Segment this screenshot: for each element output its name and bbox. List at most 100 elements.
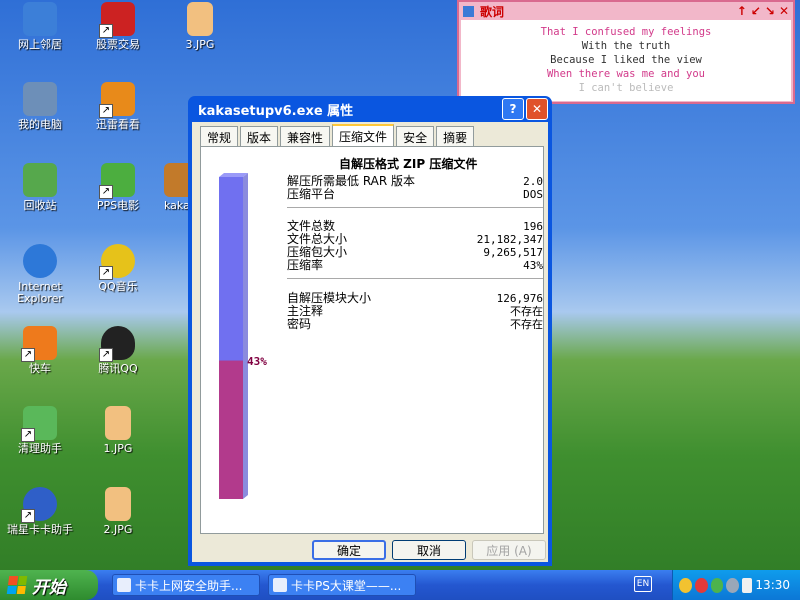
info-value: 196: [523, 220, 543, 233]
info-row: 密码 不存在: [287, 318, 543, 332]
info-row: 主注释 不存在: [287, 305, 543, 319]
taskbar: 开始 卡卡上网安全助手... 卡卡PS大课堂——... EN 13:30: [0, 570, 800, 600]
info-value: 不存在: [510, 318, 543, 331]
desktop-icon-network[interactable]: 网上邻居: [4, 2, 76, 51]
dialog-title: kakasetupv6.exe 属性: [198, 103, 354, 119]
taskbar-button-label: 卡卡PS大课堂——...: [291, 578, 402, 593]
tray-app-icon[interactable]: [679, 577, 692, 593]
close-icon[interactable]: ✕: [779, 4, 789, 18]
tab-security[interactable]: 安全: [396, 126, 435, 147]
desktop-icon-qq[interactable]: 腾讯QQ: [82, 326, 154, 375]
info-value: 2.0: [523, 175, 543, 188]
desktop-icon-pps[interactable]: PPS电影: [82, 163, 154, 212]
desktop-icon-kaka[interactable]: kaka: [150, 163, 188, 212]
desktop-icon-label: 回收站: [23, 199, 57, 212]
kaka-icon: [164, 163, 188, 197]
start-label: 开始: [32, 577, 66, 598]
pps-icon: [99, 163, 135, 199]
network-icon: [23, 2, 57, 36]
desktop-icon-label: 迅雷看看: [96, 118, 140, 131]
divider: [287, 207, 543, 209]
stock-trade-icon: [99, 2, 135, 38]
keyboard-icon[interactable]: EN: [634, 576, 652, 592]
desktop-icon-xunlei[interactable]: 迅雷看看: [82, 82, 154, 131]
tab-compatibility[interactable]: 兼容性: [280, 126, 331, 147]
close-button[interactable]: ✕: [526, 98, 548, 120]
qq-penguin-icon: [99, 326, 135, 362]
pin-icon[interactable]: ↑: [737, 4, 747, 18]
lyrics-app-icon: [463, 5, 474, 17]
flashget-icon: [21, 326, 57, 362]
lyrics-line: When there was me and you: [546, 68, 706, 80]
taskbar-button[interactable]: 卡卡PS大课堂——...: [268, 574, 416, 596]
tab-general[interactable]: 常规: [200, 126, 239, 147]
help-button[interactable]: ?: [502, 98, 524, 120]
info-label: 压缩平台: [287, 187, 336, 201]
info-row: 压缩率 43%: [287, 258, 543, 273]
jpg-file-icon: [105, 487, 131, 521]
properties-dialog[interactable]: kakasetupv6.exe 属性 ? ✕ 常规 版本 兼容性 压缩文件 安全…: [188, 96, 552, 566]
desktop-icon-label: 瑞星卡卡助手: [7, 523, 73, 536]
app-window-icon: [117, 578, 131, 592]
cancel-button[interactable]: 取消: [392, 540, 466, 560]
system-tray: 13:30: [672, 570, 800, 600]
desktop-icon-recycle-bin[interactable]: 回收站: [4, 163, 76, 212]
desktop-icon-3jpg[interactable]: 3.JPG: [164, 2, 236, 51]
compression-ratio-gauge: [219, 173, 248, 499]
desktop-icon-label: Internet Explorer: [17, 280, 63, 305]
info-value: DOS: [523, 188, 543, 201]
taskbar-button[interactable]: 卡卡上网安全助手...: [112, 574, 260, 596]
desktop-icon-rising-kaka[interactable]: 瑞星卡卡助手: [4, 487, 76, 536]
info-value: 126,976: [496, 292, 543, 305]
archive-heading: 自解压格式 ZIP 压缩文件: [339, 157, 478, 171]
minimize-icon[interactable]: ↙: [751, 4, 761, 18]
ok-button[interactable]: 确定: [312, 540, 386, 560]
dialog-titlebar[interactable]: kakasetupv6.exe 属性 ? ✕: [192, 96, 548, 122]
tray-app-icon[interactable]: [710, 577, 724, 593]
recycle-bin-icon: [23, 163, 57, 197]
desktop-icon-ie[interactable]: Internet Explorer: [4, 244, 76, 305]
rising-kaka-icon: [21, 487, 57, 523]
dialog-client: 常规 版本 兼容性 压缩文件 安全 摘要 43% 自解压格式 ZIP 压缩文件 …: [192, 122, 548, 562]
volume-icon[interactable]: [742, 577, 753, 593]
ie-icon: [23, 244, 57, 278]
desktop-icon-label: 腾讯QQ: [98, 362, 138, 375]
desktop-icon-label: 快车: [29, 362, 51, 375]
desktop-icon-stock[interactable]: 股票交易: [82, 2, 154, 51]
xunlei-kankan-icon: [99, 82, 135, 118]
gauge-fill: [219, 360, 243, 499]
compression-ratio-label: 43%: [247, 354, 267, 368]
desktop-icon-my-computer[interactable]: 我的电脑: [4, 82, 76, 131]
start-button[interactable]: 开始: [0, 570, 98, 600]
tray-app-icon[interactable]: [726, 577, 740, 593]
qq-tray-icon[interactable]: [694, 577, 708, 593]
desktop-icon-label: PPS电影: [96, 199, 140, 212]
restore-icon[interactable]: ↘: [765, 4, 775, 18]
info-row: 自解压模块大小 126,976: [287, 292, 543, 306]
taskbar-button-label: 卡卡上网安全助手...: [135, 578, 243, 593]
jpg-file-icon: [105, 406, 131, 440]
desktop-icon-1jpg[interactable]: 1.JPG: [82, 406, 154, 455]
lyrics-line: With the truth: [581, 40, 671, 52]
desktop-icon-label: kaka: [164, 199, 188, 212]
tab-archive[interactable]: 压缩文件: [332, 124, 395, 148]
lyrics-window[interactable]: 歌词 ↑ ↙ ↘ ✕ That I confused my feelings W…: [457, 0, 795, 104]
tab-version[interactable]: 版本: [240, 126, 279, 147]
divider: [287, 278, 543, 280]
desktop-icon-qq-music[interactable]: QQ音乐: [82, 244, 154, 293]
desktop-icon-clean-helper[interactable]: 清理助手: [4, 406, 76, 455]
info-label: 压缩率: [287, 258, 324, 272]
desktop-icon-2jpg[interactable]: 2.JPG: [82, 487, 154, 536]
lyrics-line: Because I liked the view: [550, 54, 702, 66]
apply-button[interactable]: 应用 (A): [472, 540, 546, 560]
desktop-icon-label: 1.JPG: [103, 442, 133, 455]
desktop-icon-label: 清理助手: [18, 442, 62, 455]
desktop-icon-flashget[interactable]: 快车: [4, 326, 76, 375]
computer-icon: [23, 82, 57, 116]
desktop-icon-label: 2.JPG: [103, 523, 133, 536]
lyrics-title: 歌词: [480, 4, 505, 19]
lyrics-titlebar[interactable]: 歌词 ↑ ↙ ↘ ✕: [459, 2, 793, 20]
desktop-icon-label: 股票交易: [96, 38, 140, 51]
clock[interactable]: 13:30: [755, 578, 790, 592]
tab-summary[interactable]: 摘要: [436, 126, 475, 147]
